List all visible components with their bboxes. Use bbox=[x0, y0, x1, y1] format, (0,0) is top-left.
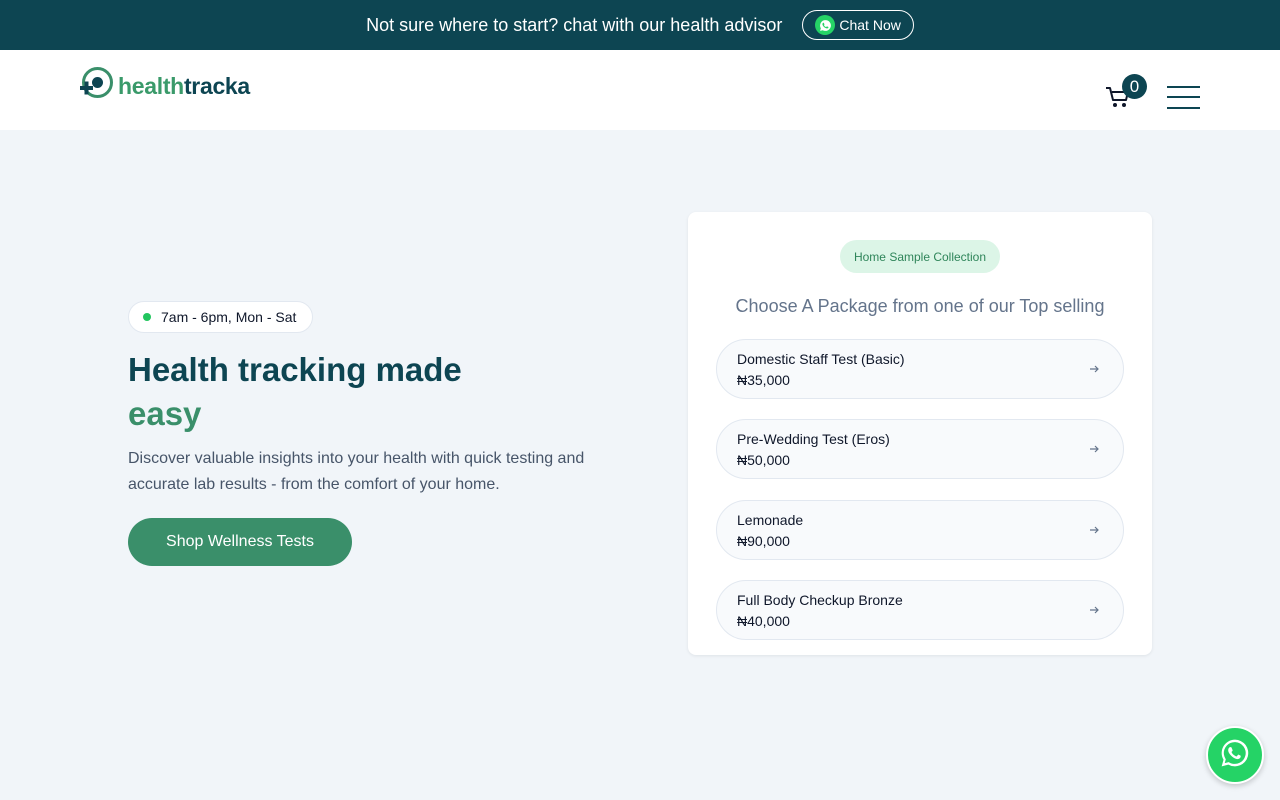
logo[interactable]: healthtracka bbox=[80, 67, 250, 105]
package-price: ₦50,000 bbox=[737, 452, 790, 468]
package-card-heading: Choose A Package from one of our Top sel… bbox=[735, 296, 1105, 316]
announcement-bar: Not sure where to start? chat with our h… bbox=[0, 0, 1280, 50]
whatsapp-icon bbox=[1219, 737, 1251, 774]
package-card: Home Sample Collection Choose A Package … bbox=[688, 212, 1152, 655]
whatsapp-chat-button[interactable] bbox=[1206, 726, 1264, 784]
hero-description: Discover valuable insights into your hea… bbox=[128, 450, 585, 493]
menu-button[interactable] bbox=[1167, 85, 1200, 109]
hero-title-accent: easy bbox=[128, 395, 202, 432]
chat-now-button[interactable]: Chat Now bbox=[802, 10, 914, 40]
package-name: Pre-Wedding Test (Eros) bbox=[737, 431, 890, 447]
logo-mark-icon bbox=[80, 67, 113, 105]
shop-wellness-tests-button[interactable]: Shop Wellness Tests bbox=[128, 518, 352, 566]
arrow-right-icon bbox=[1087, 442, 1101, 456]
announcement-text: Not sure where to start? chat with our h… bbox=[366, 14, 783, 35]
package-price: ₦90,000 bbox=[737, 533, 790, 549]
logo-text-tracka: tracka bbox=[183, 72, 250, 99]
package-item[interactable]: Pre-Wedding Test (Eros) ₦50,000 bbox=[716, 419, 1124, 479]
arrow-right-icon bbox=[1087, 523, 1101, 537]
package-item[interactable]: Lemonade ₦90,000 bbox=[716, 500, 1124, 560]
home-sample-collection-badge: Home Sample Collection bbox=[840, 240, 1000, 273]
package-price: ₦35,000 bbox=[737, 372, 790, 388]
package-item[interactable]: Domestic Staff Test (Basic) ₦35,000 bbox=[716, 339, 1124, 399]
hours-badge: 7am - 6pm, Mon - Sat bbox=[128, 301, 314, 333]
cart-count-badge: 0 bbox=[1122, 74, 1147, 99]
arrow-right-icon bbox=[1087, 603, 1101, 617]
status-dot bbox=[143, 313, 151, 321]
cart-icon bbox=[1105, 87, 1131, 114]
chat-now-label: Chat Now bbox=[839, 17, 901, 33]
logo-text: healthtracka bbox=[118, 73, 250, 100]
hero-title-main: Health tracking made bbox=[128, 351, 462, 388]
package-name: Domestic Staff Test (Basic) bbox=[737, 351, 905, 367]
logo-text-health: health bbox=[118, 72, 184, 99]
site-header: healthtracka bbox=[0, 50, 1280, 130]
package-name: Lemonade bbox=[737, 512, 804, 528]
package-price: ₦40,000 bbox=[737, 613, 790, 629]
package-name: Full Body Checkup Bronze bbox=[737, 592, 903, 608]
arrow-right-icon bbox=[1087, 362, 1101, 376]
hero-title: Health tracking made easy bbox=[128, 348, 462, 436]
hours-text: 7am - 6pm, Mon - Sat bbox=[161, 309, 297, 325]
package-item[interactable]: Full Body Checkup Bronze ₦40,000 bbox=[716, 580, 1124, 640]
whatsapp-icon bbox=[815, 15, 836, 35]
